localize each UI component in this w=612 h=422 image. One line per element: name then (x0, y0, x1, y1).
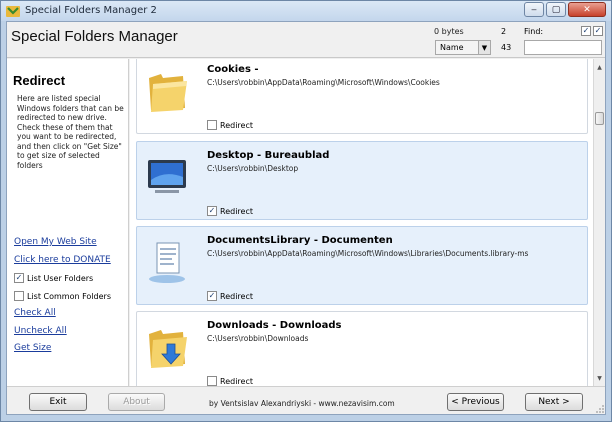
checkbox-box[interactable] (207, 376, 217, 386)
check-all-link[interactable]: Check All (14, 308, 56, 318)
app-icon (6, 6, 20, 17)
chevron-down-icon[interactable]: ▼ (478, 41, 490, 54)
next-button[interactable]: Next > (525, 393, 583, 411)
close-button[interactable]: ✕ (568, 2, 606, 17)
panel-description: Here are listed special Windows folders … (17, 94, 124, 170)
selected-count: 2 (501, 27, 507, 36)
folder-item-cookies[interactable]: Cookies - C:\Users\robbin\AppData\Roamin… (136, 59, 588, 134)
folder-name: Desktop - Bureaublad (207, 150, 330, 161)
total-size-label: 0 bytes (434, 27, 464, 36)
folder-path: C:\Users\robbin\AppData\Roaming\Microsof… (207, 249, 529, 258)
donate-link[interactable]: Click here to DONATE (14, 255, 111, 265)
checkbox-label: List Common Folders (27, 291, 111, 301)
minimize-button[interactable]: ‒ (524, 2, 544, 17)
redirect-checkbox[interactable]: ✓ Redirect (207, 206, 253, 216)
desktop-monitor-icon (148, 160, 186, 193)
header-bar: Special Folders Manager 0 bytes 2 43 Fin… (7, 22, 605, 58)
folder-name: DocumentsLibrary - Documenten (207, 235, 393, 246)
redirect-checkbox[interactable]: Redirect (207, 120, 253, 130)
redirect-checkbox[interactable]: Redirect (207, 376, 253, 386)
window-title: Special Folders Manager 2 (25, 5, 157, 16)
list-user-folders-checkbox[interactable]: ✓ List User Folders (14, 273, 93, 283)
sort-value: Name (440, 43, 464, 52)
folder-name: Downloads - Downloads (207, 320, 342, 331)
vertical-scrollbar[interactable]: ▲ ▼ (593, 59, 605, 386)
about-button[interactable]: About (108, 393, 165, 411)
previous-button[interactable]: < Previous (447, 393, 504, 411)
uncheck-all-link[interactable]: Uncheck All (14, 326, 67, 336)
redirect-label: Redirect (220, 376, 253, 386)
find-input[interactable] (524, 40, 602, 55)
redirect-label: Redirect (220, 206, 253, 216)
checkbox-label: List User Folders (27, 273, 94, 283)
find-option-checkbox-2[interactable]: ✓ (593, 26, 603, 36)
sort-dropdown[interactable]: Name ▼ (435, 40, 491, 55)
open-web-site-link[interactable]: Open My Web Site (14, 237, 97, 247)
folder-path: C:\Users\robbin\Desktop (207, 164, 299, 173)
folder-item-downloads[interactable]: Downloads - Downloads C:\Users\robbin\Do… (136, 311, 588, 386)
downloads-folder-icon (149, 330, 187, 368)
list-common-folders-checkbox[interactable]: List Common Folders (14, 291, 111, 301)
folder-item-desktop[interactable]: Desktop - Bureaublad C:\Users\robbin\Des… (136, 141, 588, 220)
redirect-label: Redirect (220, 291, 253, 301)
find-option-checkbox-1[interactable]: ✓ (581, 26, 591, 36)
app-title: Special Folders Manager (11, 28, 178, 45)
folder-icon (149, 74, 187, 112)
checkbox-box[interactable] (14, 291, 24, 301)
folder-path: C:\Users\robbin\Downloads (207, 334, 309, 343)
scroll-thumb[interactable] (595, 112, 604, 125)
folder-item-documents-library[interactable]: DocumentsLibrary - Documenten C:\Users\r… (136, 226, 588, 305)
folder-path: C:\Users\robbin\AppData\Roaming\Microsof… (207, 78, 440, 87)
folder-name: Cookies - (207, 64, 259, 75)
checkbox-box[interactable]: ✓ (14, 273, 24, 283)
title-bar[interactable]: Special Folders Manager 2 ‒ ▢ ✕ (1, 1, 611, 21)
folder-list[interactable]: Cookies - C:\Users\robbin\AppData\Roamin… (130, 59, 593, 386)
left-panel: Redirect Here are listed special Windows… (7, 59, 129, 386)
find-label: Find: (524, 27, 544, 36)
application-window: Special Folders Manager 2 ‒ ▢ ✕ Special … (0, 0, 612, 422)
footer-bar: Exit About by Ventsislav Alexandriyski -… (7, 386, 605, 414)
maximize-button[interactable]: ▢ (546, 2, 566, 17)
find-options: ✓ ✓ (581, 26, 603, 36)
get-size-link[interactable]: Get Size (14, 343, 51, 353)
checkbox-box[interactable] (207, 120, 217, 130)
scroll-down-icon[interactable]: ▼ (594, 372, 605, 384)
redirect-checkbox[interactable]: ✓ Redirect (207, 291, 253, 301)
total-count: 43 (501, 43, 512, 52)
checkbox-box[interactable]: ✓ (207, 291, 217, 301)
author-credit: by Ventsislav Alexandriyski - www.nezavi… (209, 399, 395, 408)
checkbox-box[interactable]: ✓ (207, 206, 217, 216)
exit-button[interactable]: Exit (29, 393, 87, 411)
documents-library-icon (149, 242, 185, 283)
panel-title: Redirect (13, 73, 66, 88)
resize-grip-icon[interactable] (595, 404, 605, 414)
redirect-label: Redirect (220, 120, 253, 130)
client-area: Special Folders Manager 0 bytes 2 43 Fin… (6, 21, 606, 415)
scroll-up-icon[interactable]: ▲ (594, 61, 605, 73)
